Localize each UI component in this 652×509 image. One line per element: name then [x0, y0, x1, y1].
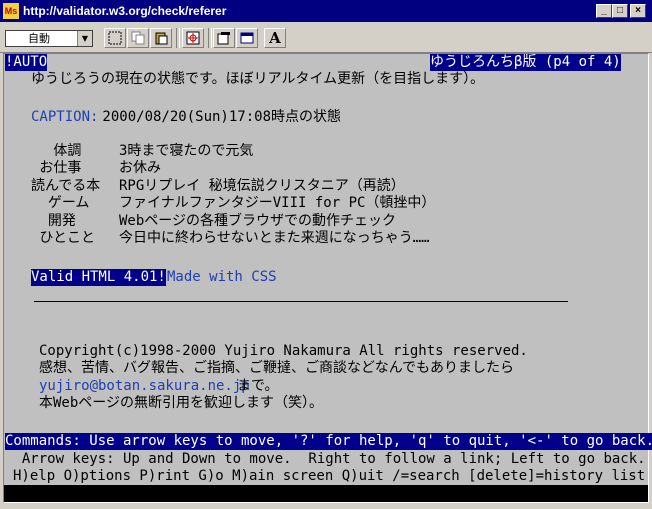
copy-icon [131, 31, 145, 45]
encoding-select[interactable]: 自動 ▼ [5, 30, 93, 47]
status-value: Webページの各種ブラウザでの動作チェック [119, 213, 397, 229]
email-suffix: まで。 [237, 378, 279, 394]
mode-indicator: !AUTO [5, 54, 48, 71]
properties-button[interactable] [213, 28, 235, 48]
window-icon [240, 32, 254, 44]
window-button[interactable] [236, 28, 258, 48]
email-link[interactable]: yujiro@botan.sakura.ne.jp [39, 378, 250, 395]
page-title: ゆうじろんちβ版 (p4 of 4) [430, 54, 621, 71]
status-label: ひとこと [31, 230, 104, 246]
chevron-down-icon[interactable]: ▼ [77, 31, 92, 46]
key-help: H)elp O)ptions P)rint G)o M)ain screen Q… [13, 468, 646, 484]
target-button[interactable] [182, 28, 204, 48]
intro-text: ゆうじろうの現在の状態です。ほぼリアルタイム更新（を目指します）。 [31, 71, 485, 87]
status-label: 体調 [31, 143, 90, 159]
quote-text: 本Webページの無断引用を歓迎します（笑）。 [39, 395, 324, 411]
status-value: 今日中に終わらせないとまた来週になっちゃう…… [119, 230, 430, 246]
status-value: お休み [119, 160, 161, 176]
made-with-css-link[interactable]: Made with CSS [167, 269, 277, 286]
font-button[interactable]: A [264, 28, 286, 48]
status-line [4, 485, 648, 502]
encoding-value: 自動 [28, 32, 50, 45]
copyright-text: Copyright(c)1998-2000 Yujiro Nakamura Al… [39, 343, 528, 359]
status-value: 3時まで寝たので元気 [119, 143, 254, 159]
properties-icon [217, 32, 230, 45]
window-title: http://validator.w3.org/check/referer [23, 4, 227, 18]
minimize-button[interactable]: _ [596, 4, 612, 18]
title-bar: Ms http://validator.w3.org/check/referer… [0, 0, 652, 22]
caption-label: CAPTION: [31, 109, 99, 125]
commands-bar: Commands: Use arrow keys to move, '?' fo… [5, 433, 652, 450]
valid-html-link[interactable]: Valid HTML 4.01! [31, 269, 166, 286]
select-icon [108, 31, 122, 45]
select-all-button[interactable] [104, 28, 126, 48]
paste-icon [155, 32, 168, 45]
maximize-button[interactable]: □ [612, 4, 628, 18]
status-label: お仕事 [31, 160, 99, 176]
lynx-terminal: !AUTO ゆうじろんちβ版 (p4 of 4) ゆうじろうの現在の状態です。ほ… [3, 53, 652, 503]
toolbar: 自動 ▼ A [0, 24, 652, 53]
paste-button[interactable] [150, 28, 172, 48]
status-value: ファイナルファンタジーVIII for PC（頓挫中） [119, 195, 436, 211]
status-label: ゲーム [31, 195, 107, 211]
app-icon: Ms [3, 3, 19, 19]
caption-text: 2000/08/20(Sun)17:08時点の状態 [94, 109, 342, 125]
feedback-text: 感想、苦情、バグ報告、ご指摘、ご鞭撻、ご商談などなんでもありましたら [39, 360, 515, 376]
close-button[interactable]: × [630, 4, 646, 18]
divider [34, 301, 568, 302]
arrow-keys-help: Arrow keys: Up and Down to move. Right t… [5, 451, 646, 467]
target-icon [186, 31, 200, 45]
status-value: RPGリプレイ 秘境伝説クリスタニア（再読） [119, 178, 405, 194]
status-label: 開発 [31, 213, 110, 229]
copy-button[interactable] [127, 28, 149, 48]
status-label: 読んでる本 [31, 178, 101, 194]
